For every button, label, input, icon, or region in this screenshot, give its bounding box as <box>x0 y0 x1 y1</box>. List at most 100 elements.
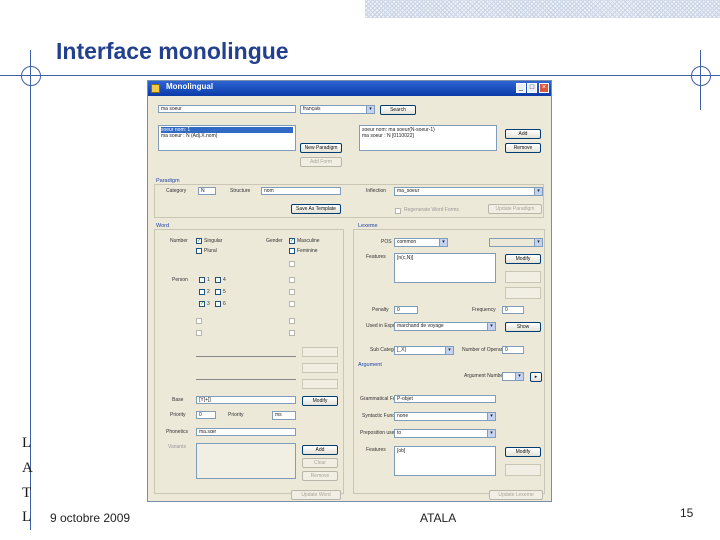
chevron-down-icon[interactable]: ▾ <box>445 347 453 354</box>
category-field[interactable]: N <box>198 187 216 195</box>
used-in-select[interactable]: marchand de voyage ▾ <box>394 322 496 331</box>
chevron-down-icon[interactable]: ▾ <box>366 106 374 113</box>
option-checkbox[interactable] <box>289 318 295 324</box>
footer-center: ATALA <box>420 511 457 525</box>
person-6-label: 6 <box>223 301 226 307</box>
person-4-label: 4 <box>223 277 226 283</box>
left-rule <box>30 50 31 530</box>
preposition-select[interactable]: to ▾ <box>394 429 496 438</box>
new-paradigm-button[interactable]: New Paradigm <box>300 143 342 153</box>
person-label: Person <box>172 277 188 283</box>
modify-argument-button[interactable]: Modify <box>505 447 541 457</box>
priority-field[interactable]: 0 <box>196 411 216 419</box>
title-bar[interactable]: Monolingual _ □ × <box>148 81 551 96</box>
update-word-button[interactable]: Update Word <box>291 490 341 500</box>
footer-date: 9 octobre 2009 <box>50 511 131 525</box>
add-form-button[interactable]: Add Form <box>300 157 342 167</box>
word-field-placeholder <box>302 379 338 389</box>
syntactic-function-select[interactable]: none ▾ <box>394 412 496 421</box>
add-variant-button[interactable]: Add <box>302 445 338 455</box>
argument-placeholder <box>505 464 541 476</box>
gender-label: Gender <box>266 238 283 244</box>
option-checkbox[interactable] <box>196 330 202 336</box>
plural-checkbox[interactable] <box>196 248 202 254</box>
features-field[interactable]: [n(c,N)] <box>394 253 496 283</box>
language-select-value: français <box>303 106 321 112</box>
argument-number-select[interactable]: ▾ <box>502 372 524 381</box>
penalty-field[interactable]: 0 <box>394 306 418 314</box>
structure-field[interactable]: nom <box>261 187 341 195</box>
option-checkbox[interactable] <box>289 330 295 336</box>
variants-list[interactable] <box>196 443 296 479</box>
remove-button[interactable]: Remove <box>505 143 541 153</box>
word-form-list[interactable]: soeur nom: ma soeur(N-soeur-1) ma soeur … <box>359 125 497 151</box>
chevron-down-icon[interactable]: ▾ <box>487 430 495 437</box>
update-lexeme-button[interactable]: Update Lexeme <box>489 490 543 500</box>
close-icon[interactable]: × <box>539 83 549 93</box>
word-input[interactable]: ma soeur <box>158 105 296 113</box>
option-checkbox[interactable] <box>196 318 202 324</box>
penalty-label: Penalty <box>372 307 389 313</box>
modify-features-button[interactable]: Modify <box>505 254 541 264</box>
masculine-checkbox[interactable]: ✓ <box>289 238 295 244</box>
feminine-checkbox[interactable] <box>289 248 295 254</box>
slide-title: Interface monolingue <box>56 38 289 64</box>
priority-select[interactable]: ms <box>272 411 296 420</box>
number-of-operands-field[interactable]: 0 <box>502 346 524 354</box>
add-button[interactable]: Add <box>505 129 541 139</box>
chevron-down-icon[interactable]: ▾ <box>534 239 542 246</box>
list-item[interactable]: ma soeur : N (Adj.X.nom) <box>161 133 293 139</box>
word-field-placeholder <box>302 347 338 357</box>
option-checkbox[interactable] <box>289 277 295 283</box>
frequency-field[interactable]: 0 <box>502 306 524 314</box>
option-checkbox[interactable] <box>289 301 295 307</box>
feminine-label: Feminine <box>297 248 318 254</box>
chevron-down-icon[interactable]: ▾ <box>534 188 542 195</box>
language-select[interactable]: français ▾ <box>300 105 375 114</box>
option-checkbox[interactable] <box>289 289 295 295</box>
sub-category-select[interactable]: [_X] ▾ <box>394 346 454 355</box>
base-field[interactable]: [Y[+]] <box>196 396 296 404</box>
clear-variant-button[interactable]: Clear <box>302 458 338 468</box>
regenerate-checkbox[interactable] <box>395 208 401 214</box>
grammatical-function-field[interactable]: P-objet <box>394 395 496 403</box>
syntactic-function-value: none <box>397 413 409 419</box>
update-paradigm-button[interactable]: Update Paradigm <box>488 204 542 214</box>
show-button[interactable]: Show <box>505 322 541 332</box>
chevron-down-icon[interactable]: ▾ <box>487 413 495 420</box>
chevron-down-icon[interactable]: ▾ <box>439 239 447 246</box>
secondary-select[interactable]: ▾ <box>489 238 543 247</box>
save-as-template-button[interactable]: Save As Template <box>291 204 341 214</box>
lexeme-list[interactable]: soeur nom: 1 ma soeur : N (Adj.X.nom) <box>158 125 296 151</box>
maximize-icon[interactable]: □ <box>527 83 537 93</box>
features-placeholder <box>505 287 541 299</box>
singular-checkbox[interactable]: ✓ <box>196 238 202 244</box>
person-2-checkbox[interactable] <box>199 289 205 295</box>
remove-variant-button[interactable]: Remove <box>302 471 338 481</box>
person-1-checkbox[interactable] <box>199 277 205 283</box>
person-6-checkbox[interactable] <box>215 301 221 307</box>
header-decoration-band <box>365 0 720 18</box>
chevron-down-icon[interactable]: ▾ <box>487 323 495 330</box>
person-3-checkbox[interactable]: ✓ <box>199 301 205 307</box>
phonetics-field[interactable]: ma.sœr <box>196 428 296 436</box>
search-button[interactable]: Search <box>380 105 416 115</box>
person-3-label: 3 <box>207 301 210 307</box>
gender-extra-checkbox[interactable] <box>289 261 295 267</box>
sub-category-value: [_X] <box>397 347 406 353</box>
preposition-label: Preposition used <box>360 430 398 436</box>
person-4-checkbox[interactable] <box>215 277 221 283</box>
chevron-down-icon[interactable]: ▾ <box>515 373 523 380</box>
argument-next-button[interactable]: ▸ <box>530 372 542 382</box>
person-5-checkbox[interactable] <box>215 289 221 295</box>
modify-base-button[interactable]: Modify <box>302 396 338 406</box>
window-title: Monolingual <box>166 82 214 91</box>
pos-select[interactable]: common ▾ <box>394 238 448 247</box>
singular-label: Singular <box>204 238 223 244</box>
side-letter-2: A <box>22 460 33 476</box>
list-item[interactable]: ma soeur : N [0110022] <box>362 133 494 139</box>
minimize-icon[interactable]: _ <box>516 83 526 93</box>
argument-number-label: Argument Number <box>464 373 505 379</box>
inflection-select[interactable]: ma_soeur ▾ <box>394 187 543 196</box>
argument-features-field[interactable]: [ob] <box>394 446 496 476</box>
